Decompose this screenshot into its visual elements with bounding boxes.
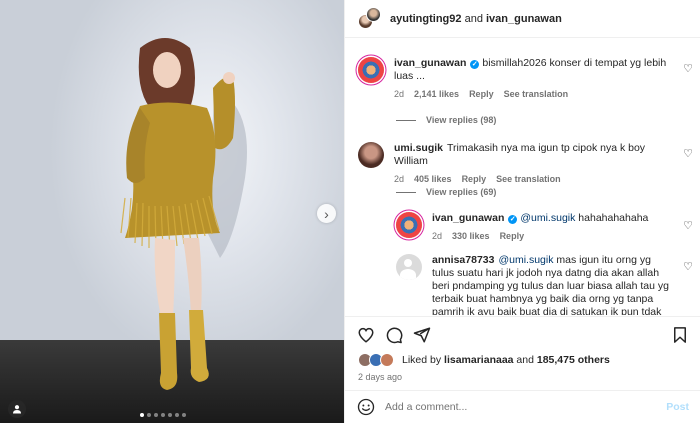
- view-replies-button[interactable]: View replies (69): [396, 187, 496, 197]
- user-tag-icon: [13, 405, 21, 414]
- avatar: [366, 6, 381, 22]
- comment-age: 2d: [394, 174, 405, 184]
- liked-by-others[interactable]: 185,475 others: [537, 354, 610, 366]
- comment-meta: 2d 405 likes Reply See translation: [394, 174, 676, 184]
- liked-by-joiner: and: [516, 354, 534, 366]
- tagged-users-button[interactable]: [8, 400, 26, 418]
- performer-photo: [120, 38, 247, 390]
- liked-by-prefix: Liked by: [402, 354, 442, 366]
- carousel-dot: [161, 413, 165, 417]
- reply-likes[interactable]: 330 likes: [452, 231, 490, 241]
- view-replies-label: View replies (69): [426, 187, 497, 197]
- reply: annisa78733 @umi.sugik mas igun itu orng …: [396, 254, 678, 315]
- view-replies-button[interactable]: View replies (98): [396, 115, 496, 125]
- avatar[interactable]: [358, 142, 384, 168]
- instagram-post: › ayutingting92 and ivan_gunawan ivan_gu…: [0, 0, 700, 423]
- collab-avatars[interactable]: [358, 6, 382, 31]
- heart-icon[interactable]: ♡: [683, 147, 693, 160]
- divider: [396, 191, 416, 193]
- mention-link[interactable]: @umi.sugik: [498, 254, 553, 266]
- carousel-indicator: [140, 413, 186, 417]
- divider: [396, 119, 416, 121]
- comment-text: umi.sugik Trimakasih nya ma igun tp cipok…: [394, 142, 676, 168]
- carousel-dot: [168, 413, 172, 417]
- carousel-dot: [175, 413, 179, 417]
- see-translation-button[interactable]: See translation: [496, 174, 561, 184]
- heart-icon[interactable]: ♡: [683, 62, 693, 75]
- carousel-dot: [154, 413, 158, 417]
- post-side-panel: ayutingting92 and ivan_gunawan ivan_guna…: [344, 0, 700, 423]
- see-translation-button[interactable]: See translation: [504, 89, 569, 99]
- reply-username[interactable]: annisa78733: [432, 254, 494, 266]
- reply-button[interactable]: Reply: [469, 89, 494, 99]
- carousel-dot: [147, 413, 151, 417]
- carousel-dot: [182, 413, 186, 417]
- comment-composer: Post: [345, 390, 700, 423]
- liked-by-user[interactable]: lisamarianaaa: [444, 354, 513, 366]
- reply-text: annisa78733 @umi.sugik mas igun itu orng …: [432, 254, 676, 315]
- comments-list[interactable]: ivan_gunawan ✓ bismillah2026 konser di tem…: [345, 39, 700, 315]
- post-authors: ayutingting92 and ivan_gunawan: [390, 13, 562, 25]
- comment-meta: 2d 2,141 likes Reply See translation: [394, 89, 676, 99]
- author-link[interactable]: ayutingting92: [390, 13, 462, 25]
- verified-badge-icon: ✓: [508, 215, 518, 224]
- comment-icon[interactable]: [385, 326, 403, 344]
- likes-summary: Liked by lisamarianaaa and 185,475 other…: [358, 353, 610, 367]
- reply-body: hahahahahaha: [578, 212, 649, 224]
- comment-likes[interactable]: 2,141 likes: [414, 89, 459, 99]
- avatar: [380, 353, 394, 367]
- emoji-icon[interactable]: [357, 398, 375, 416]
- verified-badge-icon: ✓: [470, 60, 480, 69]
- reply-button[interactable]: Reply: [462, 174, 487, 184]
- liker-avatars[interactable]: [358, 353, 398, 367]
- comment: ivan_gunawan ✓ bismillah2026 konser di tem…: [358, 57, 678, 99]
- comment: umi.sugik Trimakasih nya ma igun tp cipok…: [358, 142, 678, 184]
- carousel-dot: [140, 413, 144, 417]
- avatar[interactable]: [358, 57, 384, 83]
- heart-icon[interactable]: ♡: [683, 260, 693, 273]
- heart-icon[interactable]: [357, 326, 375, 344]
- comment-input[interactable]: [385, 401, 667, 413]
- heart-icon[interactable]: ♡: [683, 219, 693, 232]
- chevron-right-icon: ›: [324, 205, 329, 222]
- author-connector: and: [464, 12, 483, 25]
- share-icon[interactable]: [413, 326, 431, 344]
- reply: ivan_gunawan ✓ @umi.sugik hahahahahaha 2d …: [396, 212, 678, 241]
- post-media[interactable]: ›: [0, 0, 344, 423]
- post-header: ayutingting92 and ivan_gunawan: [345, 0, 700, 38]
- bookmark-icon[interactable]: [671, 326, 689, 344]
- comment-username[interactable]: ivan_gunawan: [394, 57, 466, 69]
- action-bar: [345, 316, 700, 352]
- comment-text: ivan_gunawan ✓ bismillah2026 konser di tem…: [394, 57, 676, 83]
- post-timestamp[interactable]: 2 days ago: [358, 372, 402, 382]
- comment-username[interactable]: umi.sugik: [394, 142, 443, 154]
- mention-link[interactable]: @umi.sugik: [520, 212, 575, 224]
- reply-meta: 2d 330 likes Reply: [432, 231, 676, 241]
- post-comment-button[interactable]: Post: [666, 401, 689, 413]
- avatar[interactable]: [396, 212, 422, 238]
- view-replies-label: View replies (98): [426, 115, 497, 125]
- reply-text: ivan_gunawan ✓ @umi.sugik hahahahahaha: [432, 212, 676, 225]
- reply-username[interactable]: ivan_gunawan: [432, 212, 504, 224]
- next-slide-button[interactable]: ›: [317, 204, 336, 223]
- reply-age: 2d: [432, 231, 443, 241]
- comment-age: 2d: [394, 89, 405, 99]
- comment-likes[interactable]: 405 likes: [414, 174, 452, 184]
- reply-button[interactable]: Reply: [500, 231, 525, 241]
- avatar[interactable]: [396, 254, 422, 280]
- author-link[interactable]: ivan_gunawan: [486, 13, 562, 25]
